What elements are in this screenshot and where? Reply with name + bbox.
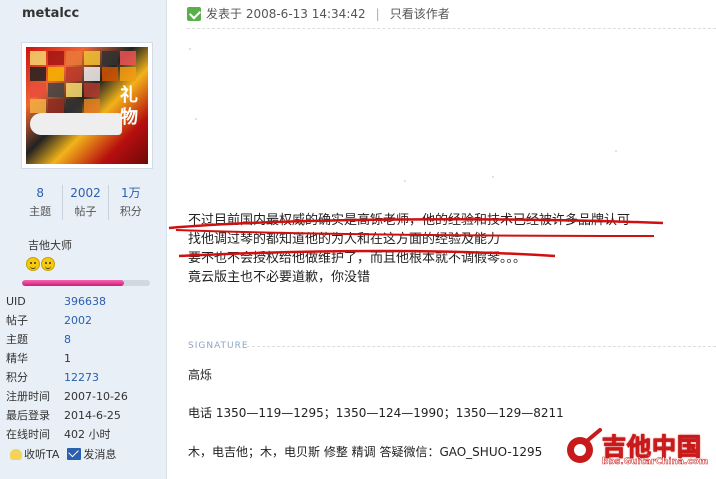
listen-label: 收听TA [24, 448, 60, 461]
info-value[interactable]: 396638 [64, 292, 106, 311]
avatar-caption: 礼物 [120, 85, 138, 128]
signature-phone: 电话 1350—119—1295；1350—124—1990；1350—129—… [188, 406, 564, 420]
author-stats: 8 主题 2002 帖子 1万 积分 [18, 185, 153, 220]
info-value[interactable]: 8 [64, 330, 71, 349]
signature-name: 高烁 [188, 368, 213, 382]
author-info-list: UID 396638 帖子 2002 主题 8 精华 1 积分 12273 注册时间 200… [6, 292, 128, 444]
author-only-link[interactable]: 只看该作者 [390, 5, 450, 22]
speck [195, 118, 197, 120]
info-key: 积分 [6, 371, 28, 384]
author-username[interactable]: metalcc [22, 6, 79, 21]
stat-value: 8 [36, 186, 44, 200]
speck [404, 180, 406, 182]
info-row-points: 积分 12273 [6, 368, 128, 387]
info-key: UID [6, 295, 26, 308]
header-divider [187, 28, 716, 29]
stat-value: 2002 [70, 186, 101, 200]
info-key: 精华 [6, 352, 28, 365]
post-line-3: 要不也不会授权给他做维护了，而且他根本就不调假琴。。。 [188, 251, 527, 266]
info-row-posts: 帖子 2002 [6, 311, 128, 330]
stat-value: 1万 [121, 186, 141, 200]
post-timestamp: 发表于 2008-6-13 14:34:42 [206, 7, 366, 21]
guitar-logo-icon [567, 428, 602, 463]
rank-stars [26, 257, 55, 271]
info-value: 402 小时 [64, 428, 111, 441]
signature-services: 木，电吉他；木，电贝斯 修整 精调 答疑微信：GAO_SHUO-1295 [188, 445, 543, 459]
stat-label: 帖子 [74, 205, 97, 218]
speck [615, 150, 617, 152]
info-key: 在线时间 [6, 428, 50, 441]
info-value: 2007-10-26 [64, 390, 128, 403]
post-line-2: 找他调过琴的都知道他的为人和在这方面的经验及能力 [188, 232, 501, 247]
stat-topics[interactable]: 8 主题 [18, 185, 64, 220]
info-row-uid: UID 396638 [6, 292, 128, 311]
info-value: 1 [64, 352, 71, 365]
message-button[interactable]: 发消息 [67, 446, 116, 462]
post-line-4: 竟云版主也不必要道歉，你没错 [188, 270, 371, 285]
post-header: 发表于 2008-6-13 14:34:42 | 只看该作者 [187, 5, 450, 22]
author-actions: 收听TA 发消息 [10, 446, 116, 462]
post-body: 发表于 2008-6-13 14:34:42 | 只看该作者 不过目前国内最权威… [167, 0, 716, 479]
site-watermark: 吉他中国 bbs.GuitarChina.com [562, 425, 716, 475]
speck [492, 176, 494, 178]
header-separator: | [375, 6, 380, 21]
signature-divider [247, 346, 716, 347]
author-sidebar: metalcc 礼物 8 主题 2002 帖子 1万 积分 吉他大师 UID 3… [0, 0, 167, 479]
avatar[interactable]: 礼物 [21, 42, 153, 169]
info-value: 2014-6-25 [64, 409, 121, 422]
info-row-online-time: 在线时间 402 小时 [6, 425, 128, 444]
online-status-icon [187, 6, 201, 21]
post-line-1: 不过目前国内最权威的确实是高铄老师，他的经验和技术已经被许多品牌认可 [188, 213, 631, 228]
info-key: 注册时间 [6, 390, 50, 403]
rank-progress-fill [22, 280, 125, 286]
stat-points[interactable]: 1万 积分 [109, 185, 153, 220]
rank-progress-bar [22, 280, 150, 286]
avatar-image: 礼物 [26, 47, 148, 164]
rank-title: 吉他大师 [28, 239, 72, 252]
speck [189, 48, 191, 50]
listen-icon [10, 448, 22, 460]
info-key: 帖子 [6, 314, 28, 327]
info-row-digest: 精华 1 [6, 349, 128, 368]
mail-icon [67, 448, 82, 460]
watermark-url: bbs.GuitarChina.com [602, 457, 709, 468]
info-row-last-login: 最后登录 2014-6-25 [6, 406, 128, 425]
info-value[interactable]: 2002 [64, 311, 92, 330]
smiley-icon [41, 257, 55, 271]
info-key: 主题 [6, 333, 28, 346]
stat-label: 主题 [29, 205, 52, 218]
stat-posts[interactable]: 2002 帖子 [63, 185, 109, 220]
listen-button[interactable]: 收听TA [10, 446, 59, 462]
info-row-topics: 主题 8 [6, 330, 128, 349]
info-value: 12273 [64, 371, 99, 384]
smiley-icon [26, 257, 40, 271]
post-content: 不过目前国内最权威的确实是高铄老师，他的经验和技术已经被许多品牌认可 找他调过琴… [188, 211, 630, 287]
signature-label: SIGNATURE [188, 341, 249, 351]
info-key: 最后登录 [6, 409, 50, 422]
stat-label: 积分 [119, 205, 142, 218]
info-row-registered: 注册时间 2007-10-26 [6, 387, 128, 406]
message-label: 发消息 [83, 448, 117, 461]
guitar-graphic [30, 113, 122, 135]
